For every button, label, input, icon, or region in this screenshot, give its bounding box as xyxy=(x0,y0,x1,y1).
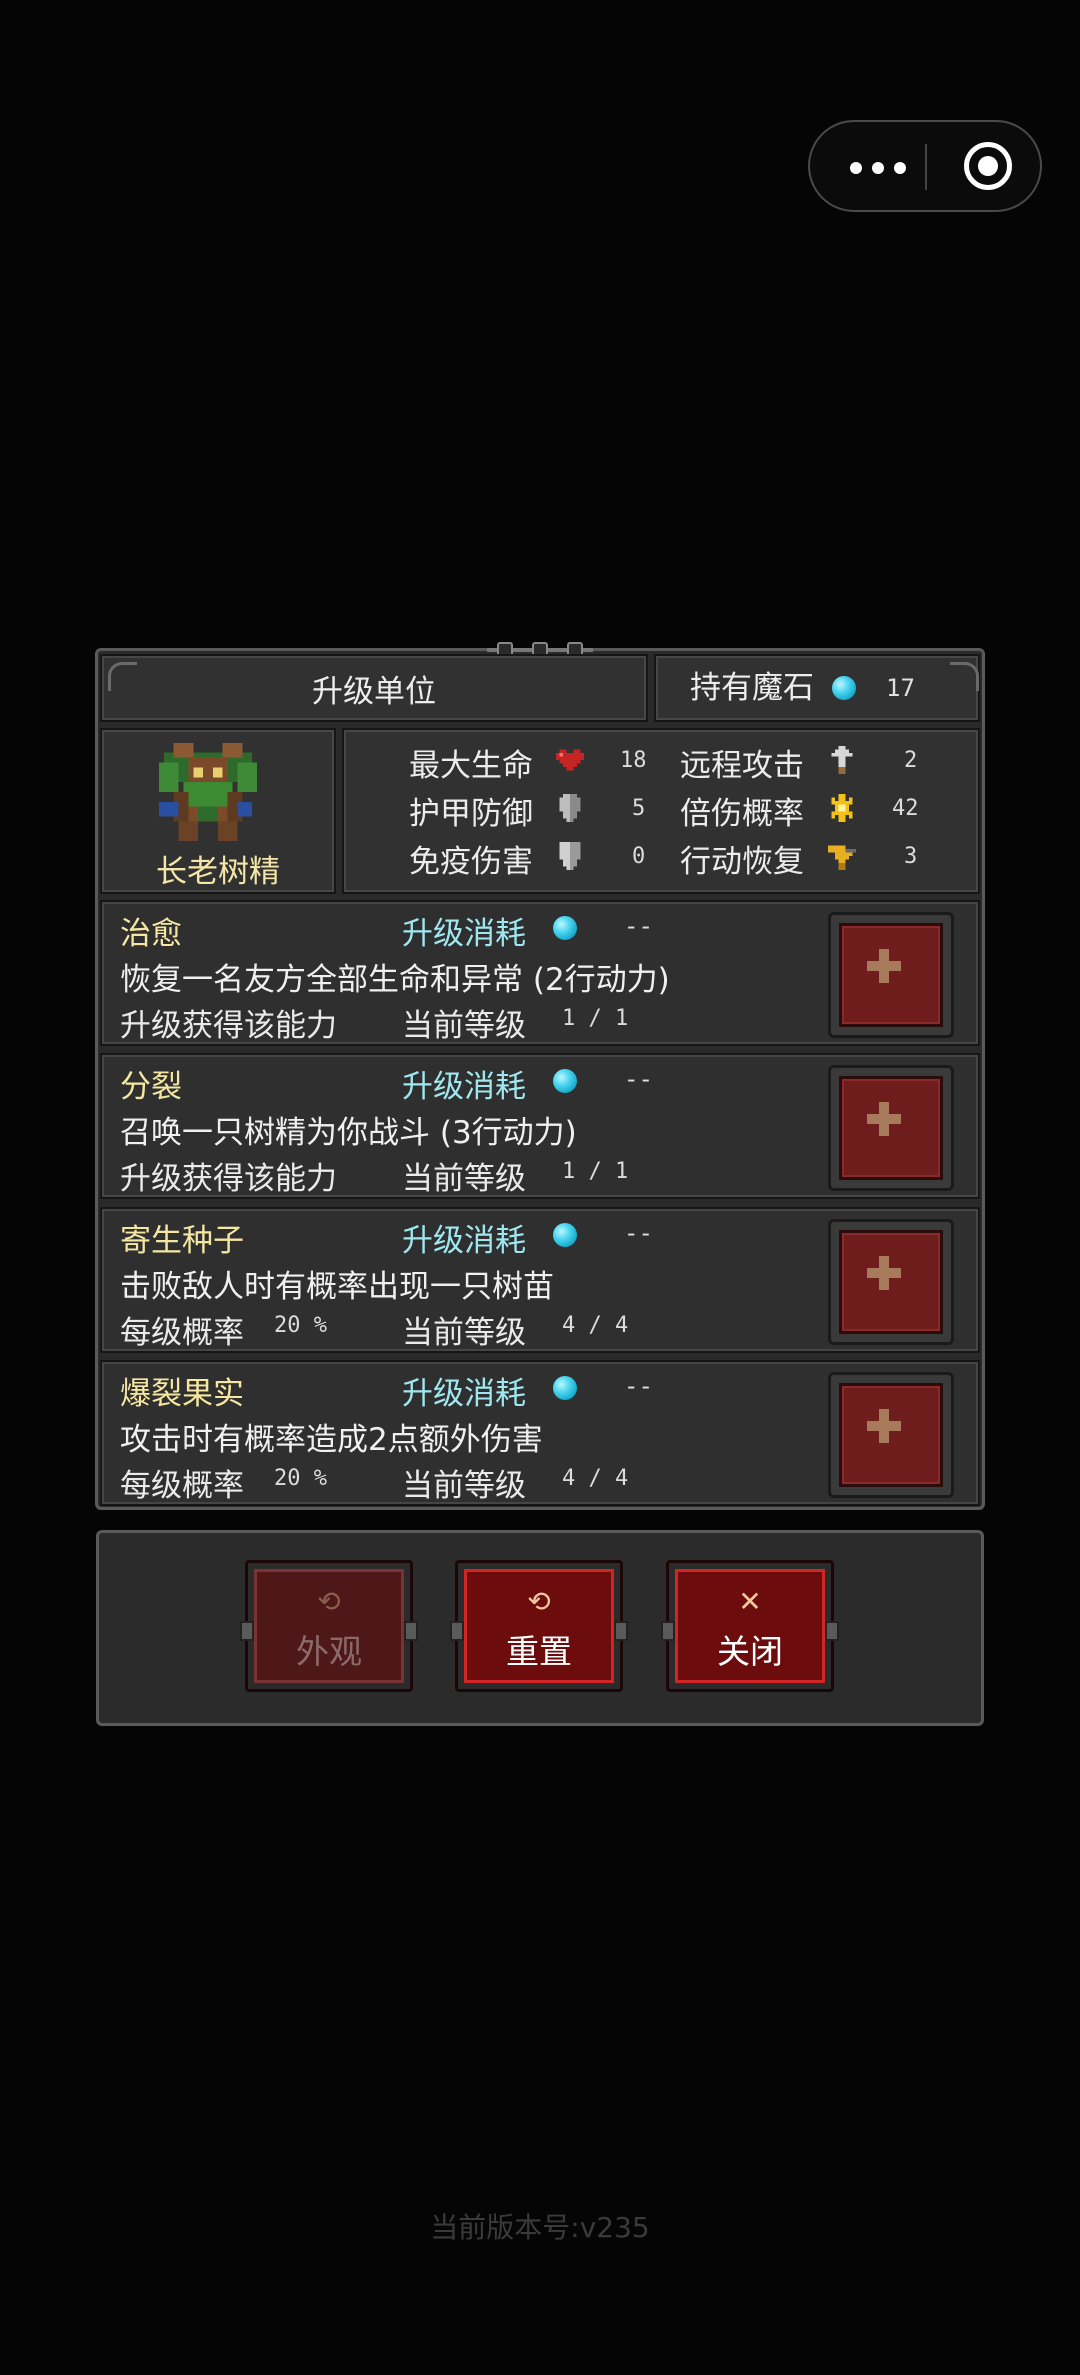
ability-level-label: 当前等级 xyxy=(402,1008,526,1044)
stat-armor-value: 5 xyxy=(632,796,646,821)
ability-level-value: 4 / 4 xyxy=(562,1466,629,1491)
ability-info-label: 每级概率 xyxy=(120,1468,244,1504)
ability-row: 寄生种子 升级消耗 -- 击败敌人时有概率出现一只树苗 每级概率 20 % 当前… xyxy=(100,1207,980,1353)
heart-icon xyxy=(556,749,584,771)
magic-stone-count: 17 xyxy=(886,674,915,702)
star-icon xyxy=(831,794,853,822)
stat-max-hp-value: 18 xyxy=(620,748,647,773)
cycle-icon: ⟲ xyxy=(317,1585,341,1618)
ability-cost-value: -- xyxy=(624,1372,653,1400)
magic-stone-label: 持有魔石 xyxy=(690,670,814,706)
ability-level-label: 当前等级 xyxy=(402,1161,526,1197)
ability-name: 寄生种子 xyxy=(120,1223,244,1259)
stat-crit-value: 42 xyxy=(892,796,919,821)
magic-stone-icon xyxy=(553,1223,577,1247)
arrow-icon xyxy=(831,746,853,774)
ability-description: 召唤一只树精为你战斗 (3行动力) xyxy=(120,1115,577,1151)
ability-info-value: 20 % xyxy=(274,1466,327,1491)
ability-description: 击败敌人时有概率出现一只树苗 xyxy=(120,1269,554,1305)
ability-info-label: 升级获得该能力 xyxy=(120,1161,337,1197)
stat-action-value: 3 xyxy=(904,844,918,869)
stat-armor-label: 护甲防御 xyxy=(409,796,533,832)
ability-cost-label: 升级消耗 xyxy=(402,1223,526,1259)
appearance-button-label: 外观 xyxy=(296,1632,362,1671)
version-label: 当前版本号:v235 xyxy=(430,2211,650,2244)
ability-name: 爆裂果实 xyxy=(120,1376,244,1412)
reset-button-label: 重置 xyxy=(506,1632,572,1671)
ability-row: 治愈 升级消耗 -- 恢复一名友方全部生命和异常 (2行动力) 升级获得该能力 … xyxy=(100,900,980,1046)
ability-cost-value: -- xyxy=(624,1065,653,1093)
reset-button[interactable]: ⟲ 重置 xyxy=(450,1560,628,1692)
close-miniprogram-icon[interactable] xyxy=(964,142,1012,190)
close-button[interactable]: ✕ 关闭 xyxy=(661,1560,839,1692)
cycle-icon: ⟲ xyxy=(527,1585,551,1618)
stat-max-hp-label: 最大生命 xyxy=(409,748,533,784)
unit-portrait-card: 长老树精 xyxy=(100,728,336,894)
magic-stone-counter: 持有魔石 17 xyxy=(654,654,980,722)
magic-stone-icon xyxy=(553,1376,577,1400)
ability-info-value: 20 % xyxy=(274,1313,327,1338)
ability-info-label: 每级概率 xyxy=(120,1315,244,1351)
unit-stats-card: 最大生命 18 远程攻击 2 护甲防御 5 倍伤概率 42 免疫伤害 0 行动恢… xyxy=(342,728,980,894)
ability-level-label: 当前等级 xyxy=(402,1468,526,1504)
ability-name: 治愈 xyxy=(120,916,182,952)
ability-cost-label: 升级消耗 xyxy=(402,916,526,952)
ability-cost-label: 升级消耗 xyxy=(402,1376,526,1412)
upgrade-ability-button[interactable] xyxy=(828,1372,954,1498)
mini-program-capsule xyxy=(808,120,1042,212)
capsule-divider xyxy=(925,144,927,190)
ability-cost-value: -- xyxy=(624,912,653,940)
magic-stone-icon xyxy=(553,1069,577,1093)
stat-ranged-label: 远程攻击 xyxy=(680,748,804,784)
appearance-button[interactable]: ⟲ 外观 xyxy=(240,1560,418,1692)
stat-ranged-value: 2 xyxy=(904,748,918,773)
shield-icon xyxy=(559,794,581,822)
stat-crit-label: 倍伤概率 xyxy=(680,796,804,832)
ability-cost-value: -- xyxy=(624,1219,653,1247)
elder-treant-sprite xyxy=(158,742,258,842)
ability-level-label: 当前等级 xyxy=(402,1315,526,1351)
stat-immune-value: 0 xyxy=(632,844,646,869)
close-button-label: 关闭 xyxy=(717,1632,783,1671)
panel-title-bar: 升级单位 xyxy=(100,654,648,722)
panel-title: 升级单位 xyxy=(312,673,436,710)
ability-row: 爆裂果实 升级消耗 -- 攻击时有概率造成2点额外伤害 每级概率 20 % 当前… xyxy=(100,1360,980,1506)
magic-stone-icon xyxy=(553,916,577,940)
boot-icon xyxy=(828,845,856,870)
ability-info-label: 升级获得该能力 xyxy=(120,1008,337,1044)
ability-description: 恢复一名友方全部生命和异常 (2行动力) xyxy=(120,962,670,998)
ability-level-value: 1 / 1 xyxy=(562,1006,629,1031)
ability-level-value: 4 / 4 xyxy=(562,1313,629,1338)
unit-name: 长老树精 xyxy=(156,854,280,890)
stat-immune-label: 免疫伤害 xyxy=(409,844,533,880)
magic-stone-icon xyxy=(832,676,856,700)
ability-level-value: 1 / 1 xyxy=(562,1159,629,1184)
upgrade-ability-button[interactable] xyxy=(828,1065,954,1191)
close-icon: ✕ xyxy=(738,1585,762,1618)
more-options-icon[interactable] xyxy=(850,156,910,180)
ability-name: 分裂 xyxy=(120,1069,182,1105)
ability-row: 分裂 升级消耗 -- 召唤一只树精为你战斗 (3行动力) 升级获得该能力 当前等… xyxy=(100,1053,980,1199)
upgrade-ability-button[interactable] xyxy=(828,1219,954,1345)
upgrade-ability-button[interactable] xyxy=(828,912,954,1038)
guard-icon xyxy=(559,842,581,870)
ability-cost-label: 升级消耗 xyxy=(402,1069,526,1105)
ability-description: 攻击时有概率造成2点额外伤害 xyxy=(120,1422,543,1458)
stat-action-label: 行动恢复 xyxy=(680,844,804,880)
